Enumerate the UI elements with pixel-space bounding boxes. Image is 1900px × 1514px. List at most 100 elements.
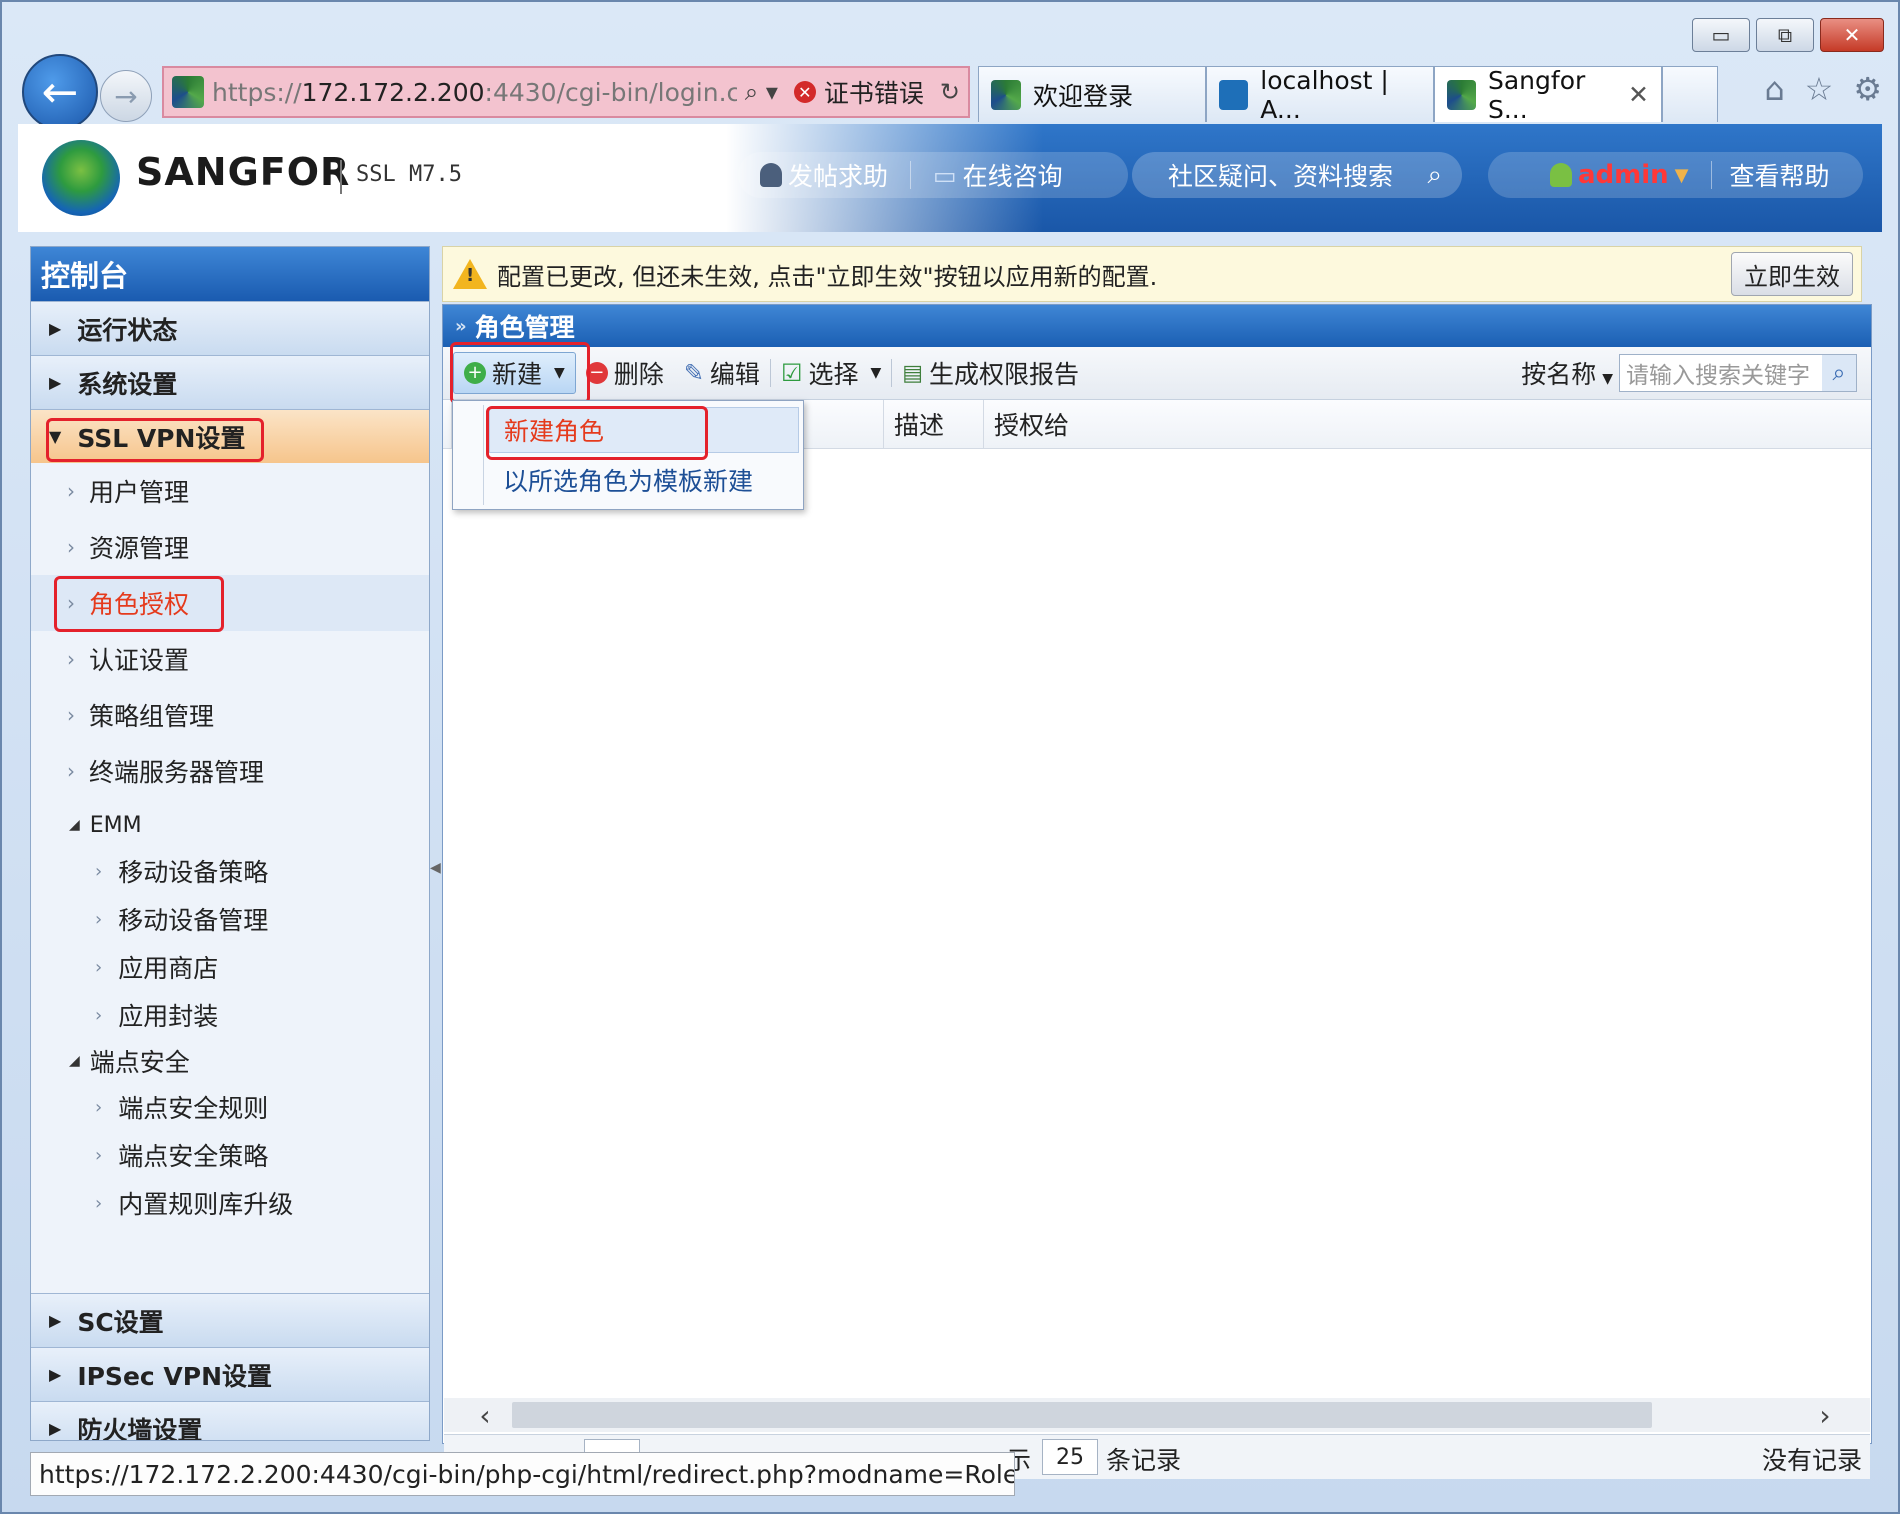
sidebar-section-status[interactable]: ▶ 运行状态 <box>31 301 429 355</box>
sidebar-item-rulebase-upgrade[interactable]: › 内置规则库升级 <box>31 1179 429 1227</box>
favorites-star-icon[interactable]: ☆ <box>1805 70 1834 108</box>
sidebar-section-ipsec[interactable]: ▶ IPSec VPN设置 <box>31 1347 429 1401</box>
status-url: https://172.172.2.200:4430/cgi-bin/php-c… <box>30 1452 1015 1496</box>
help-post-link[interactable]: 发帖求助 <box>738 157 910 193</box>
panel-title: » 角色管理 <box>443 305 1871 347</box>
menu-item-new-from-template[interactable]: 以所选角色为模板新建 <box>489 457 799 503</box>
scroll-right-icon[interactable]: › <box>1808 1398 1842 1432</box>
header-links: 发帖求助 ▭ 在线咨询 <box>738 152 1128 198</box>
arrow-right-icon: → <box>114 79 138 113</box>
sidebar-item-terminal-servers[interactable]: › 终端服务器管理 <box>31 743 429 799</box>
caret-right-icon: ▶ <box>49 1365 62 1384</box>
settings-gear-icon[interactable]: ⚙ <box>1853 70 1882 108</box>
sidebar-group-endpoint-security[interactable]: ◢ 端点安全 <box>31 1039 429 1083</box>
chat-bubble-icon: ▭ <box>933 160 957 190</box>
address-url[interactable]: https://172.172.2.200:4430/cgi-bin/login… <box>212 78 737 107</box>
chevron-right-icon: › <box>95 956 103 978</box>
sidebar-item-app-wrap[interactable]: › 应用封装 <box>31 991 429 1039</box>
back-button[interactable]: ← <box>22 54 98 130</box>
chevron-right-icon: › <box>95 1144 103 1166</box>
search-area: 按名称 ▼ 请输入搜索关键字 ⌕ <box>1521 354 1871 392</box>
arrow-left-icon: ← <box>41 66 79 118</box>
caret-right-icon: ▶ <box>49 319 62 338</box>
restore-button[interactable]: ⧉ <box>1756 18 1814 52</box>
minimize-button[interactable]: ▭ <box>1692 18 1750 52</box>
user-menu[interactable]: admin ▼ <box>1488 160 1711 190</box>
search-field-select[interactable]: 按名称 ▼ <box>1521 355 1613 391</box>
page-size-input[interactable]: 25 <box>1042 1439 1098 1475</box>
sidebar-item-auth[interactable]: › 认证设置 <box>31 631 429 687</box>
chevron-right-icon: › <box>67 703 75 727</box>
sangfor-favicon-icon <box>1447 79 1476 110</box>
new-tab-button[interactable] <box>1662 66 1718 122</box>
expanded-triangle-icon: ◢ <box>69 817 80 833</box>
site-favicon-icon <box>172 76 204 108</box>
search-icon[interactable]: ⌕ <box>1822 355 1856 391</box>
window-controls: ▭ ⧉ ✕ <box>1692 18 1884 52</box>
sidebar-item-app-store[interactable]: › 应用商店 <box>31 943 429 991</box>
edit-pencil-icon: ✎ <box>683 359 704 387</box>
apply-now-button[interactable]: 立即生效 <box>1731 252 1853 296</box>
no-records-label: 没有记录 <box>1761 1446 1862 1475</box>
report-icon: ▤ <box>902 360 924 386</box>
tab-localhost[interactable]: localhost | A... <box>1206 66 1434 124</box>
chevron-right-icon: › <box>67 759 75 783</box>
chevron-down-icon: ▼ <box>870 365 882 381</box>
address-bar[interactable]: https://172.172.2.200:4430/cgi-bin/login… <box>162 66 970 118</box>
view-help-link[interactable]: 查看帮助 <box>1712 157 1848 193</box>
column-assigned-to[interactable]: 授权给 <box>983 400 1194 448</box>
search-input[interactable]: 请输入搜索关键字 ⌕ <box>1619 354 1857 392</box>
select-button[interactable]: ☑ 选择 ▼ <box>771 353 891 393</box>
delete-button[interactable]: − 删除 <box>576 353 674 393</box>
community-search[interactable]: 社区疑问、资料搜索 ⌕ <box>1132 152 1462 198</box>
highlight-box <box>450 342 590 404</box>
scroll-left-icon[interactable]: ‹ <box>468 1398 502 1432</box>
brand-divider <box>340 160 342 194</box>
sidebar-item-policy-groups[interactable]: › 策略组管理 <box>31 687 429 743</box>
sidebar-title: 控制台 <box>31 247 429 301</box>
user-menu-area: admin ▼ 查看帮助 <box>1488 152 1863 198</box>
generate-report-button[interactable]: ▤ 生成权限报告 <box>892 353 1089 393</box>
tab-welcome[interactable]: 欢迎登录 <box>978 66 1206 122</box>
close-window-button[interactable]: ✕ <box>1820 18 1884 52</box>
user-icon <box>1550 163 1572 187</box>
expanded-triangle-icon: ◢ <box>69 1053 80 1069</box>
sidebar-item-endpoint-rules[interactable]: › 端点安全规则 <box>31 1083 429 1131</box>
config-changed-notice: 配置已更改, 但还未生效, 点击"立即生效"按钮以应用新的配置. 立即生效 <box>442 246 1862 302</box>
search-icon[interactable]: ⌕ ▾ <box>745 78 778 106</box>
refresh-icon[interactable]: ↻ <box>940 78 960 106</box>
caret-right-icon: ▶ <box>49 373 62 392</box>
sidebar-group-emm[interactable]: ◢ EMM <box>31 803 429 847</box>
chevron-right-icon: › <box>67 647 75 671</box>
horizontal-scrollbar[interactable]: ‹ › <box>444 1398 1870 1432</box>
sidebar-section-firewall[interactable]: ▶ 防火墙设置 <box>31 1401 429 1440</box>
sidebar-item-mobile-devices[interactable]: › 移动设备管理 <box>31 895 429 943</box>
sidebar-section-sc[interactable]: ▶ SC设置 <box>31 1293 429 1347</box>
sangfor-favicon-icon <box>991 79 1021 110</box>
chevron-down-icon: ▼ <box>1674 164 1689 186</box>
cert-error-label[interactable]: 证书错误 <box>824 74 924 110</box>
home-icon[interactable]: ⌂ <box>1764 70 1784 108</box>
divider <box>483 405 484 505</box>
scroll-thumb[interactable] <box>512 1402 1652 1428</box>
highlight-box <box>46 418 264 462</box>
sidebar-item-resources[interactable]: › 资源管理 <box>31 519 429 575</box>
forward-button[interactable]: → <box>100 70 152 122</box>
online-consult-link[interactable]: ▭ 在线咨询 <box>911 157 1085 193</box>
sidebar-item-users[interactable]: › 用户管理 <box>31 463 429 519</box>
close-tab-icon[interactable]: ✕ <box>1628 80 1649 109</box>
chevron-right-icon: › <box>67 535 75 559</box>
warning-icon <box>453 259 487 289</box>
sidebar-item-endpoint-policies[interactable]: › 端点安全策略 <box>31 1131 429 1179</box>
tab-sangfor[interactable]: Sangfor S... ✕ <box>1434 66 1662 124</box>
search-icon[interactable]: ⌕ <box>1427 160 1442 191</box>
edit-button[interactable]: ✎ 编辑 <box>674 353 770 393</box>
chevron-right-icon: › <box>67 479 75 503</box>
column-description[interactable]: 描述 <box>883 400 974 448</box>
sidebar-section-system[interactable]: ▶ 系统设置 <box>31 355 429 409</box>
highlight-box <box>54 576 224 632</box>
sidebar-item-mobile-policy[interactable]: › 移动设备策略 <box>31 847 429 895</box>
cert-error-icon: ✕ <box>793 81 816 103</box>
collapse-handle-icon[interactable]: ◀ <box>430 860 441 900</box>
